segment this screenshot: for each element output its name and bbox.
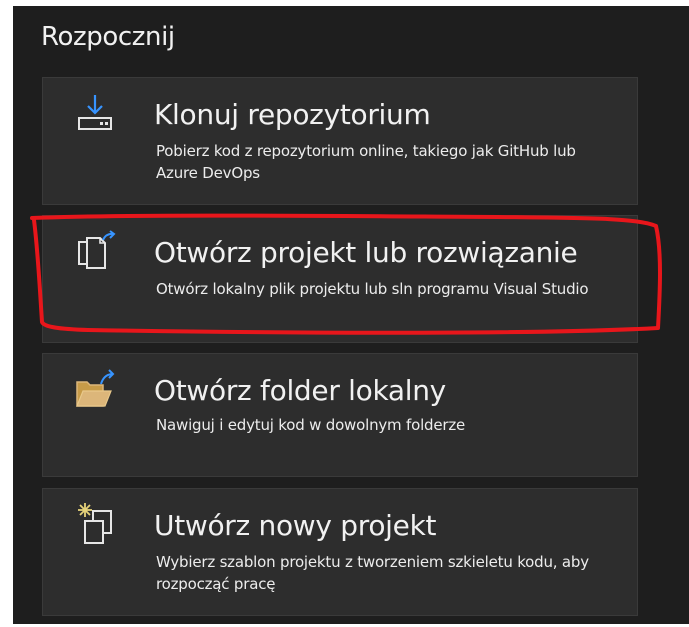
clone-repository-title: Klonuj repozytorium — [154, 98, 431, 131]
open-project-card[interactable]: Otwórz projekt lub rozwiązanie Otwórz lo… — [42, 215, 638, 343]
open-folder-card[interactable]: Otwórz folder lokalny Nawiguj i edytuj k… — [42, 353, 638, 477]
open-project-title: Otwórz projekt lub rozwiązanie — [154, 236, 578, 269]
get-started-panel: Rozpocznij Klonuj repozytorium Pobierz k… — [13, 6, 689, 624]
open-folder-icon — [73, 368, 117, 412]
section-title: Rozpocznij — [41, 22, 175, 52]
open-folder-description: Nawiguj i edytuj kod w dowolnym folderze — [156, 416, 466, 434]
clone-repository-icon — [73, 92, 117, 136]
clone-repository-description: Pobierz kod z repozytorium online, takie… — [156, 142, 576, 182]
new-project-title: Utwórz nowy projekt — [154, 509, 437, 542]
open-project-icon — [73, 230, 117, 274]
clone-repository-card[interactable]: Klonuj repozytorium Pobierz kod z repozy… — [42, 77, 638, 205]
new-project-icon — [73, 501, 117, 545]
open-folder-title: Otwórz folder lokalny — [154, 374, 446, 407]
new-project-description: Wybierz szablon projektu z tworzeniem sz… — [156, 553, 589, 593]
new-project-card[interactable]: Utwórz nowy projekt Wybierz szablon proj… — [42, 488, 638, 616]
open-project-description: Otwórz lokalny plik projektu lub sln pro… — [156, 280, 589, 298]
